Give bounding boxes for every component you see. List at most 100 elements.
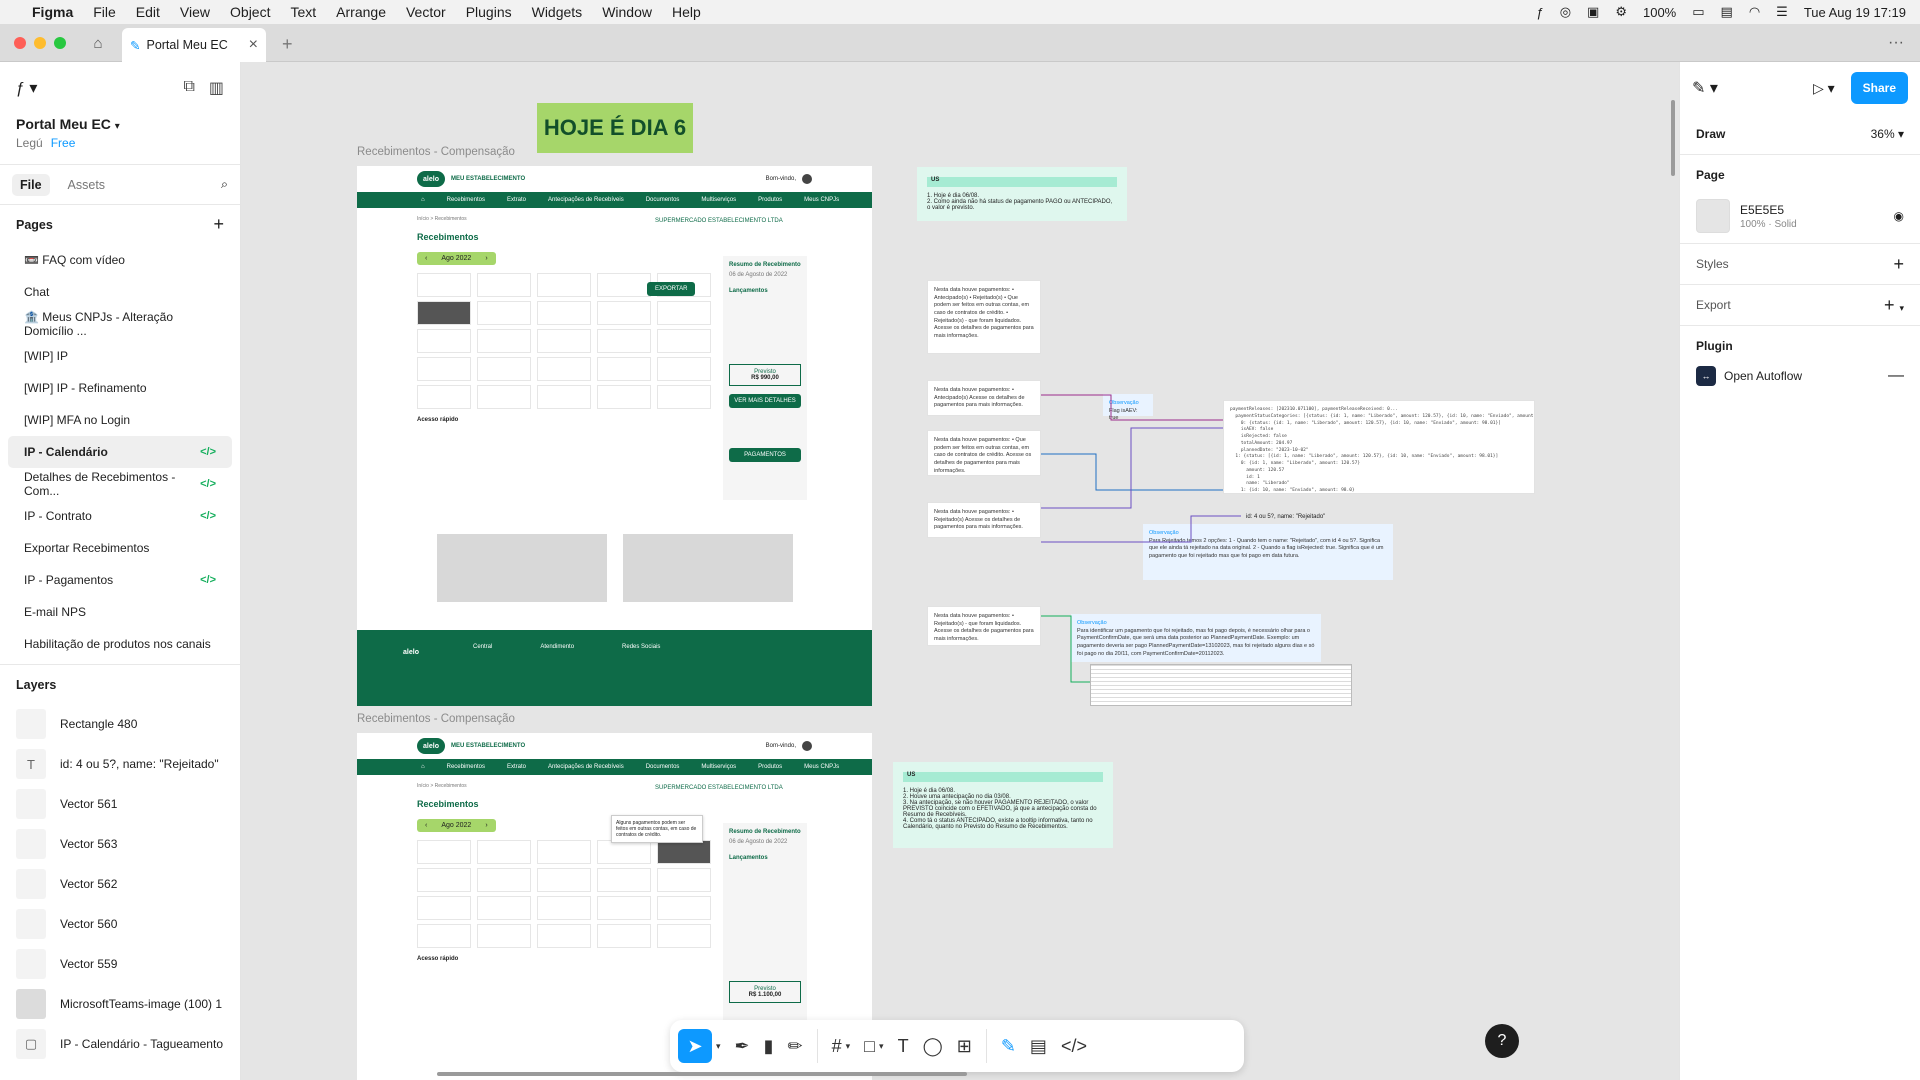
page-label: Chat [24, 285, 50, 299]
project-name[interactable]: Portal Meu EC [16, 116, 111, 132]
ai-icon[interactable]: ⧉ [183, 78, 194, 98]
layer-item[interactable]: Vector 560 [0, 904, 240, 944]
comment-tool-icon[interactable]: ◯ [923, 1036, 943, 1057]
layer-thumbnail [16, 829, 46, 859]
pages-list: 📼 FAQ com vídeo Chat 🏦 Meus CNPJs - Alte… [0, 244, 240, 664]
layer-item[interactable]: Vector 561 [0, 784, 240, 824]
close-window-button[interactable] [14, 37, 26, 49]
menu-text[interactable]: Text [290, 4, 316, 20]
layer-item[interactable]: Vector 559 [0, 944, 240, 984]
control-center-icon[interactable]: ☰ [1776, 4, 1788, 20]
menu-view[interactable]: View [180, 4, 210, 20]
add-page-icon[interactable]: + [213, 214, 224, 235]
layer-item[interactable]: Vector 563 [0, 824, 240, 864]
display-icon[interactable]: ▣ [1587, 4, 1599, 20]
layer-item[interactable]: MicrosoftTeams-image (100) 1 [0, 984, 240, 1024]
page-item[interactable]: IP - Contrato </> [8, 500, 232, 532]
move-tool-icon[interactable]: ➤ [678, 1029, 712, 1063]
page-item-selected[interactable]: IP - Calendário </> [8, 436, 232, 468]
zoom-window-button[interactable] [54, 37, 66, 49]
battery-icon[interactable]: ▭ [1692, 4, 1704, 20]
menu-object[interactable]: Object [230, 4, 270, 20]
search-icon[interactable]: ⌕ [221, 177, 228, 192]
design-mode-icon[interactable]: ▤ [1030, 1036, 1047, 1057]
menu-window[interactable]: Window [602, 4, 652, 20]
zoom-level[interactable]: 36% ▾ [1871, 127, 1904, 141]
team-name[interactable]: Legú [16, 136, 43, 150]
marker-tool-icon[interactable]: ▮ [764, 1036, 774, 1057]
minimize-window-button[interactable] [34, 37, 46, 49]
figma-status-icon[interactable]: ƒ [1536, 5, 1543, 20]
page-item[interactable]: Habilitação de produtos nos canais [8, 628, 232, 660]
horizontal-scrollbar[interactable] [437, 1072, 967, 1076]
layer-label: Rectangle 480 [60, 717, 138, 731]
layer-item[interactable]: ▢ IP - Calendário - Tagueamento [0, 1024, 240, 1064]
chevron-down-icon[interactable]: ▾ [115, 121, 120, 132]
vertical-scrollbar[interactable] [1671, 100, 1675, 176]
draw-row: Draw 36% ▾ [1680, 114, 1920, 154]
page-item[interactable]: [WIP] IP [8, 340, 232, 372]
chevron-down-icon[interactable]: ▾ [879, 1041, 884, 1052]
layer-item[interactable]: Vector 562 [0, 864, 240, 904]
chevron-down-icon[interactable]: ▾ [716, 1041, 721, 1052]
new-tab-icon[interactable]: + [282, 34, 293, 55]
page-item[interactable]: 🏦 Meus CNPJs - Alteração Domicílio ... [8, 308, 232, 340]
control-icon[interactable]: ⚙ [1615, 4, 1627, 20]
wallet-icon[interactable]: ▤ [1721, 4, 1733, 20]
layer-thumbnail [16, 949, 46, 979]
wifi-icon[interactable]: ◠ [1749, 4, 1760, 20]
text-tool-icon[interactable]: T [898, 1036, 909, 1057]
menu-plugins[interactable]: Plugins [466, 4, 512, 20]
add-style-icon[interactable]: + [1893, 254, 1904, 275]
frame-tool-icon[interactable]: # [832, 1036, 842, 1057]
background-hex[interactable]: E5E5E5 [1740, 203, 1797, 217]
menu-vector[interactable]: Vector [406, 4, 446, 20]
menu-app[interactable]: Figma [32, 4, 73, 20]
more-icon[interactable]: ··· [1888, 34, 1904, 52]
menu-file[interactable]: File [93, 4, 116, 20]
shape-tool-icon[interactable]: □ [864, 1036, 875, 1057]
present-icon[interactable]: ▷ ▾ [1813, 80, 1835, 97]
background-swatch[interactable] [1696, 199, 1730, 233]
menu-widgets[interactable]: Widgets [532, 4, 583, 20]
sidebar-toggle-icon[interactable]: ▥ [209, 78, 224, 98]
layer-label: Vector 560 [60, 917, 118, 931]
layer-item[interactable]: Tid: 4 ou 5?, name: "Rejeitado" [0, 744, 240, 784]
remove-plugin-icon[interactable]: — [1888, 367, 1904, 385]
tab-file[interactable]: File [12, 173, 50, 196]
creative-cloud-icon[interactable]: ◎ [1560, 4, 1571, 20]
page-item[interactable]: Exportar Recebimentos [8, 532, 232, 564]
clock[interactable]: Tue Aug 19 17:19 [1804, 5, 1906, 20]
add-export-icon[interactable]: + ▾ [1884, 295, 1904, 316]
tab-assets[interactable]: Assets [60, 174, 114, 196]
file-tab[interactable]: ✎ Portal Meu EC × [122, 28, 266, 62]
canvas[interactable]: HOJE É DIA 6 Recebimentos - Compensação … [241, 62, 1679, 1080]
page-item[interactable]: [WIP] MFA no Login [8, 404, 232, 436]
plan-badge[interactable]: Free [51, 136, 76, 150]
home-icon[interactable]: ⌂ [84, 32, 112, 54]
layer-item[interactable]: Rectangle 480 [0, 704, 240, 744]
plugin-item[interactable]: ↔ Open Autoflow — [1680, 366, 1920, 398]
menu-help[interactable]: Help [672, 4, 701, 20]
draw-mode-icon[interactable]: ✎ [1001, 1036, 1016, 1057]
page-item[interactable]: 📼 FAQ com vídeo [8, 244, 232, 276]
layer-thumbnail [16, 789, 46, 819]
share-button[interactable]: Share [1850, 72, 1908, 104]
close-icon[interactable]: × [249, 36, 258, 54]
dev-mode-icon[interactable]: </> [1061, 1036, 1087, 1057]
help-button[interactable]: ? [1485, 1024, 1519, 1058]
chevron-down-icon[interactable]: ▾ [846, 1041, 851, 1052]
menu-edit[interactable]: Edit [136, 4, 160, 20]
actions-tool-icon[interactable]: ⊞ [957, 1036, 972, 1057]
menu-arrange[interactable]: Arrange [336, 4, 386, 20]
page-item[interactable]: Detalhes de Recebimentos - Com... </> [8, 468, 232, 500]
page-item[interactable]: E-mail NPS [8, 596, 232, 628]
eye-icon[interactable]: ◉ [1894, 209, 1904, 223]
page-item[interactable]: IP - Pagamentos </> [8, 564, 232, 596]
main-menu-icon[interactable]: ƒ ▾ [16, 78, 37, 98]
pen-tool-icon[interactable]: ✒ [735, 1036, 750, 1057]
page-item[interactable]: [WIP] IP - Refinamento [8, 372, 232, 404]
pencil-tool-icon[interactable]: ✏ [788, 1036, 803, 1057]
draw-tool-icon[interactable]: ✎ ▾ [1692, 78, 1718, 98]
page-item[interactable]: Chat [8, 276, 232, 308]
